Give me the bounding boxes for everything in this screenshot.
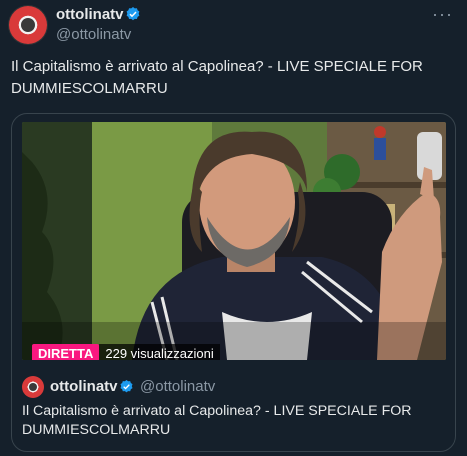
tweet-text: Il Capitalismo è arrivato al Capolinea? …	[11, 58, 423, 97]
quoted-tweet-header: ottolinatv @ottolinatv	[22, 376, 446, 398]
quoted-tweet-card[interactable]: DIRETTA 229 visualizzazioni ottolinatv @…	[11, 113, 456, 452]
verified-badge-icon	[126, 7, 140, 21]
quoted-author-name[interactable]: ottolinatv	[50, 378, 118, 395]
author-name[interactable]: ottolinatv	[56, 6, 124, 23]
author-avatar[interactable]	[9, 6, 47, 44]
verified-badge-icon	[120, 379, 133, 393]
view-count: 229 visualizzazioni	[99, 344, 220, 360]
more-options-icon[interactable]: ···	[432, 4, 453, 25]
quoted-tweet-text: Il Capitalismo è arrivato al Capolinea? …	[22, 403, 412, 438]
live-badge: DIRETTA	[32, 344, 100, 360]
quoted-author-handle[interactable]: @ottolinatv	[140, 378, 215, 395]
tweet-header: ottolinatv @ottolinatv ···	[0, 0, 467, 48]
author-handle[interactable]: @ottolinatv	[56, 26, 131, 43]
video-frame-image	[22, 122, 446, 360]
live-video-thumbnail[interactable]: DIRETTA 229 visualizzazioni	[22, 122, 446, 360]
live-badges: DIRETTA 229 visualizzazioni	[32, 344, 220, 360]
quoted-author-avatar[interactable]	[22, 376, 44, 398]
